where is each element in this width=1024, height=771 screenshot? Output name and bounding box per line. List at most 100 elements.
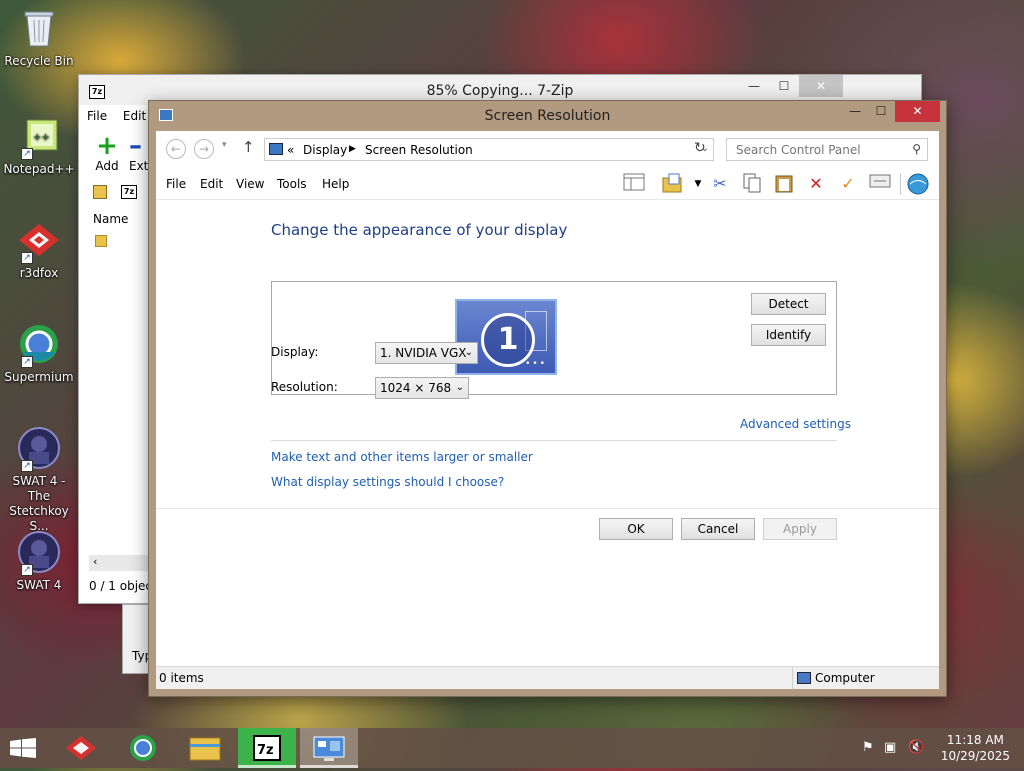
zip-menu-file[interactable]: File	[87, 109, 107, 123]
r3dfox-icon	[66, 736, 96, 760]
search-input[interactable]	[734, 142, 904, 158]
screen-resolution-window[interactable]: Screen Resolution — ☐ ✕ ← → ▾ ↑ « Displa…	[148, 100, 947, 697]
cancel-button[interactable]: Cancel	[681, 518, 755, 540]
desktop-icon-label: SWAT 4 - The Stetchkoy S...	[9, 474, 69, 533]
zip-menu-edit[interactable]: Edit	[123, 109, 146, 123]
up-button[interactable]: ↑	[242, 138, 255, 156]
refresh-button[interactable]: ↻	[694, 140, 706, 156]
address-row: ← → ▾ ↑ « Display ▶ Screen Resolution ⌄ …	[156, 131, 939, 169]
breadcrumb-display[interactable]: Display	[303, 143, 347, 157]
sr-window-title: Screen Resolution	[484, 108, 611, 124]
copy-icon[interactable]	[740, 173, 764, 195]
resolution-select-value: 1024 × 768	[380, 381, 452, 395]
delete-icon[interactable]: ✕	[804, 173, 828, 195]
status-computer: Computer	[792, 667, 875, 689]
display-label: Display:	[271, 345, 319, 359]
back-button[interactable]: ←	[166, 139, 186, 159]
breadcrumb-chevron-icon[interactable]: ▶	[349, 144, 356, 154]
display-settings-icon	[313, 736, 345, 761]
view-dropdown-icon[interactable]: ▼	[686, 173, 710, 195]
sr-title-bar[interactable]: Screen Resolution — ☐ ✕	[149, 101, 946, 131]
display-preview-area: 1 ••• Detect Identify	[271, 281, 837, 395]
taskbar-screen-resolution[interactable]	[300, 728, 358, 768]
desktop-icon-swat4-stetchkov[interactable]: ↗ SWAT 4 - The Stetchkoy S...	[1, 426, 77, 534]
text-size-link[interactable]: Make text and other items larger or smal…	[271, 450, 533, 464]
display-select[interactable]: 1. NVIDIA VGX ⌄	[375, 342, 478, 364]
clock-date: 10/29/2025	[940, 749, 1010, 763]
windows-logo-icon	[10, 738, 36, 758]
identify-button[interactable]: Identify	[751, 324, 826, 346]
search-field[interactable]: ⚲	[726, 138, 928, 161]
taskbar: 7z ⚑ ▣ 🔇 11:18 AM 10/29/2025	[0, 728, 1024, 768]
zip-close-button[interactable]: ✕	[799, 75, 843, 97]
taskbar-7zip[interactable]: 7z	[238, 728, 296, 768]
zip-minimize-button[interactable]: —	[739, 75, 769, 97]
cut-icon[interactable]: ✂	[708, 173, 732, 195]
start-button[interactable]	[10, 738, 36, 758]
action-center-flag-icon[interactable]: ⚑	[862, 740, 874, 755]
desktop-icon-label: SWAT 4	[16, 578, 62, 592]
detect-button[interactable]: Detect	[751, 293, 826, 315]
volume-muted-icon[interactable]: 🔇	[908, 740, 924, 755]
menu-view[interactable]: View	[236, 177, 264, 191]
recent-dropdown-icon[interactable]: ▾	[222, 140, 227, 150]
folder-view-icon[interactable]	[660, 173, 684, 195]
display-settings-help-link[interactable]: What display settings should I choose?	[271, 475, 504, 489]
desktop-icon-swat4[interactable]: ↗ SWAT 4	[1, 530, 77, 593]
menu-help[interactable]: Help	[322, 177, 349, 191]
zip-add-button[interactable]: + Add	[91, 133, 123, 173]
menu-edit[interactable]: Edit	[200, 177, 223, 191]
taskbar-file-explorer[interactable]	[176, 728, 234, 768]
r3dfox-icon: ↗	[17, 218, 61, 264]
breadcrumb-separator: «	[287, 143, 295, 157]
paste-icon[interactable]	[772, 173, 796, 195]
search-icon[interactable]: ⚲	[912, 142, 921, 156]
plus-icon: +	[96, 131, 118, 161]
sr-maximize-button[interactable]: ☐	[868, 101, 894, 122]
zip-horizontal-scrollbar[interactable]: ‹	[89, 555, 149, 571]
zip-maximize-button[interactable]: ☐	[769, 75, 799, 97]
desktop-icon-supermium[interactable]: ↗ Supermium	[1, 322, 77, 385]
globe-icon[interactable]	[906, 173, 930, 195]
chevron-down-icon: ⌄	[455, 382, 464, 393]
svg-text:7z: 7z	[257, 743, 274, 758]
menu-file[interactable]: File	[166, 177, 186, 191]
menu-tools[interactable]: Tools	[277, 177, 307, 191]
scroll-left-icon[interactable]: ‹	[93, 555, 97, 568]
toolbar-separator	[900, 173, 901, 195]
status-computer-label: Computer	[815, 671, 875, 685]
chevron-down-icon: ⌄	[464, 347, 473, 358]
folder-up-icon[interactable]	[93, 185, 107, 199]
forward-button[interactable]: →	[194, 139, 214, 159]
desktop-icon-recycle-bin[interactable]: Recycle Bin	[1, 6, 77, 69]
shortcut-arrow-icon: ↗	[21, 460, 33, 472]
address-bar[interactable]: « Display ▶ Screen Resolution ⌄	[264, 138, 714, 161]
sr-close-button[interactable]: ✕	[895, 101, 940, 122]
desktop-icon-r3dfox[interactable]: ↗ r3dfox	[1, 218, 77, 281]
monitor-dots-icon: •••	[525, 359, 547, 369]
sr-minimize-button[interactable]: —	[842, 101, 868, 122]
resolution-label: Resolution:	[271, 380, 338, 394]
desktop-icon-notepad-plus-plus[interactable]: ++ ↗ Notepad++	[1, 114, 77, 177]
folder-icon	[95, 235, 107, 247]
taskbar-supermium[interactable]	[114, 728, 172, 768]
breadcrumb-screen-resolution[interactable]: Screen Resolution	[365, 143, 473, 157]
shortcut-arrow-icon: ↗	[21, 356, 33, 368]
properties-icon[interactable]	[868, 173, 892, 195]
taskbar-clock[interactable]: 11:18 AM 10/29/2025	[941, 732, 1010, 764]
supermium-icon	[130, 735, 156, 761]
zip-column-name[interactable]: Name	[93, 212, 128, 226]
layout-pane-icon[interactable]	[622, 173, 646, 195]
checkmark-icon[interactable]: ✓	[836, 173, 860, 195]
svg-text:++: ++	[33, 132, 50, 143]
resolution-select[interactable]: 1024 × 768 ⌄	[375, 377, 469, 399]
ok-button[interactable]: OK	[599, 518, 673, 540]
footer-divider	[156, 508, 939, 509]
advanced-settings-link[interactable]: Advanced settings	[740, 417, 851, 431]
desktop-icon-label: Supermium	[4, 370, 74, 384]
taskbar-r3dfox[interactable]	[52, 728, 110, 768]
notepad-plus-plus-icon: ++ ↗	[17, 114, 61, 160]
status-bar: 0 items Computer	[156, 666, 939, 689]
apply-button[interactable]: Apply	[763, 518, 837, 540]
network-icon[interactable]: ▣	[884, 740, 896, 755]
